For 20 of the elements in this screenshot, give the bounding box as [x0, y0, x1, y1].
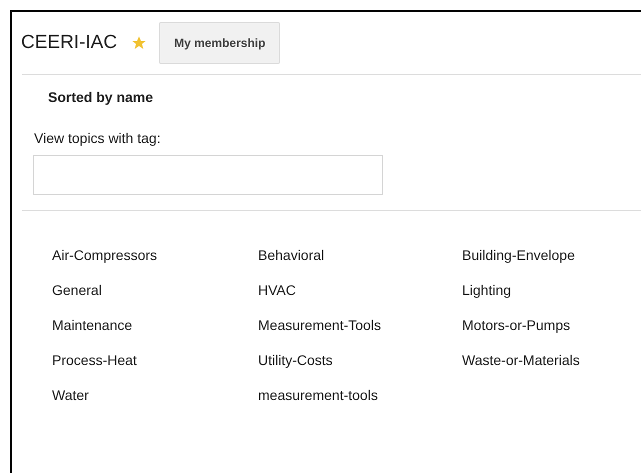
tag-filter-field[interactable]	[33, 155, 383, 195]
membership-button[interactable]: My membership	[159, 22, 280, 64]
tag-link[interactable]: Air-Compressors	[52, 245, 158, 265]
tag-link[interactable]: Motors-or-Pumps	[462, 315, 570, 335]
tag-link[interactable]: Process-Heat	[52, 350, 137, 370]
tag-link[interactable]: Utility-Costs	[258, 350, 333, 370]
tag-link[interactable]: Measurement-Tools	[258, 315, 381, 335]
tag-link[interactable]: Behavioral	[258, 245, 324, 265]
tag-link[interactable]: General	[52, 280, 102, 300]
star-icon[interactable]	[131, 35, 148, 51]
group-title: CEERI-IAC	[21, 32, 118, 54]
tag-link[interactable]: Waste-or-Materials	[462, 350, 580, 370]
tag-link[interactable]: Maintenance	[52, 315, 132, 335]
sort-label: Sorted by name	[48, 89, 154, 105]
tag-link[interactable]: measurement-tools	[258, 385, 378, 405]
tag-link[interactable]: HVAC	[258, 280, 296, 300]
tag-link[interactable]: Water	[52, 385, 89, 405]
tag-link[interactable]: Building-Envelope	[462, 245, 575, 265]
tag-link[interactable]: Lighting	[462, 280, 512, 300]
tag-filter-label: View topics with tag:	[34, 130, 162, 146]
